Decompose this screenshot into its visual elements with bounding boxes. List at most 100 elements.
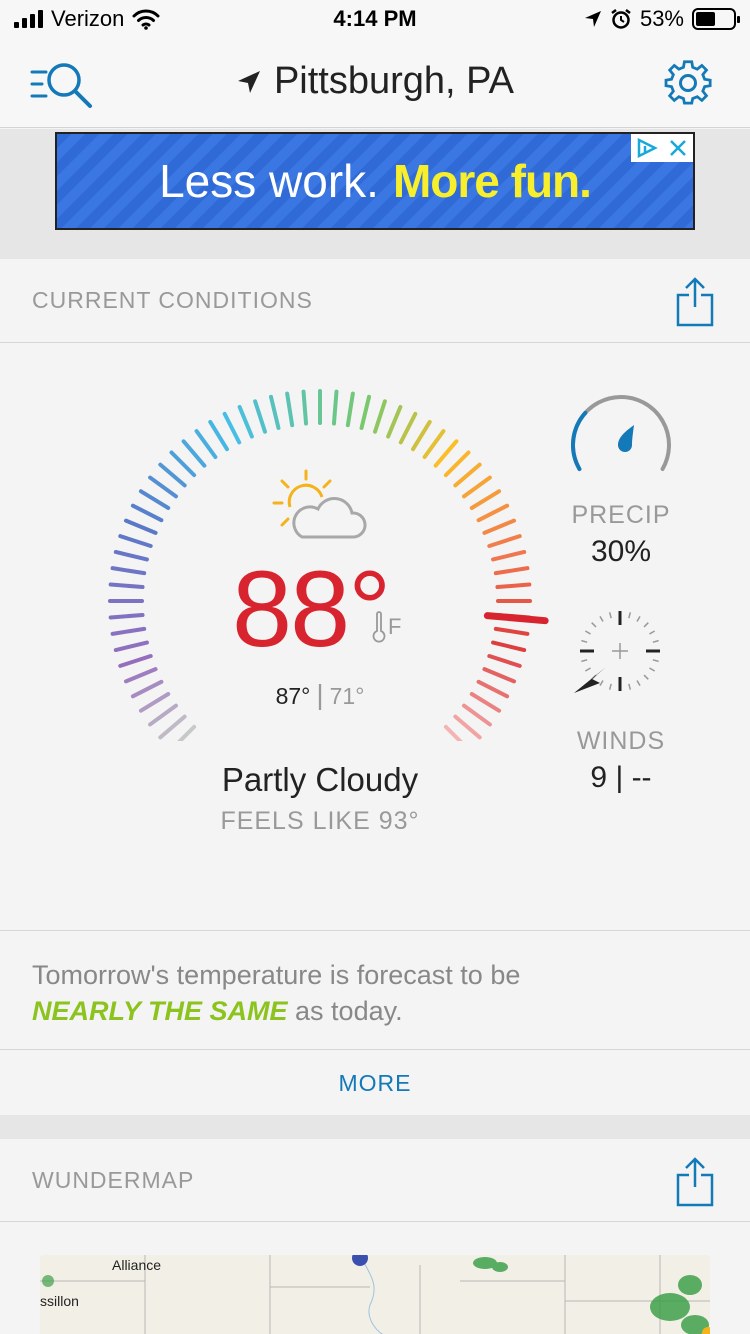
wundermap-header: WUNDERMAP: [0, 1139, 750, 1222]
gauge-tick: [118, 534, 153, 548]
forecast-line-1: Tomorrow's temperature is forecast to be: [32, 960, 521, 990]
gauge-tick: [386, 404, 403, 439]
gauge-tick: [130, 503, 164, 523]
gauge-tick: [331, 389, 339, 426]
gauge-tick: [398, 411, 418, 445]
gauge-tick: [491, 549, 527, 562]
gauge-tick: [411, 419, 432, 452]
current-conditions: 88° F 87° | 71° Partly Cloudy FEELS LIKE 9…: [0, 343, 750, 929]
gauge-tick: [253, 399, 267, 434]
map-place-alliance: Alliance: [112, 1257, 162, 1273]
gauge-tick: [237, 404, 254, 439]
battery-icon: [692, 8, 740, 30]
gear-icon[interactable]: [664, 60, 712, 108]
precip-track: [571, 395, 671, 471]
share-icon[interactable]: [676, 277, 714, 327]
gauge-tick: [268, 394, 281, 430]
gauge-tick: [493, 566, 530, 576]
gauge-tick: [118, 654, 153, 668]
gauge-tick: [345, 391, 355, 428]
location-name: Pittsburgh, PA: [273, 60, 515, 102]
current-temperature: 88°: [232, 548, 391, 669]
gauge-tick: [148, 475, 178, 499]
more-button[interactable]: MORE: [0, 1051, 750, 1115]
gauge-tick: [123, 518, 158, 535]
section-divider: [0, 1115, 750, 1139]
precip-fill: [571, 410, 588, 471]
compass-tick: [628, 683, 632, 690]
winds-label: WINDS: [576, 727, 666, 755]
location-arrow-icon: [584, 11, 601, 27]
partly-cloudy-icon: [272, 469, 367, 539]
gauge-tick: [110, 566, 147, 576]
ad-badge: [631, 134, 693, 162]
adchoices-icon[interactable]: [631, 134, 662, 162]
compass-tick: [652, 639, 659, 643]
temperature-unit: F: [372, 609, 412, 645]
map-place-massillon: ssillon: [40, 1293, 79, 1309]
gauge-tick: [301, 389, 309, 426]
gauge-tick: [108, 582, 145, 590]
section-title: WUNDERMAP: [32, 1167, 195, 1193]
wundermap-area: Alliance ssillon: [0, 1222, 750, 1334]
gauge-tick: [462, 475, 492, 499]
gauge-tick: [181, 439, 207, 468]
gauge-tick: [495, 582, 532, 590]
compass-tick: [649, 630, 656, 635]
high-temperature: 87°: [275, 683, 311, 709]
ad-text: Less work.: [159, 155, 379, 207]
compass-tick: [643, 674, 649, 680]
compass-tick: [636, 680, 641, 687]
battery-percent: 53%: [639, 6, 684, 31]
gauge-tick: [491, 640, 527, 653]
winds-value: 9 | --: [590, 761, 652, 794]
high-low: 87° | 71°: [275, 679, 365, 710]
compass-tick: [652, 659, 659, 663]
share-icon[interactable]: [676, 1157, 714, 1207]
status-right: 53%: [584, 6, 740, 32]
gauge-tick: [433, 439, 459, 468]
gauge-tick: [359, 394, 372, 430]
gauge-tick: [469, 489, 502, 510]
gauge-tick: [158, 462, 187, 488]
compass-tick: [591, 622, 597, 628]
ad-banner[interactable]: Less work. More fun.: [55, 132, 695, 230]
wundermap-map[interactable]: Alliance ssillon: [40, 1255, 710, 1334]
forecast-summary: Tomorrow's temperature is forecast to be…: [0, 930, 750, 1050]
condition-text: Partly Cloudy: [221, 761, 419, 798]
compass-tick: [636, 615, 641, 622]
gauge-tick: [453, 714, 482, 740]
gauge-tick: [285, 391, 295, 428]
precip-gauge: [571, 395, 671, 471]
gauge-tick: [487, 534, 522, 548]
location-title[interactable]: Pittsburgh, PA: [0, 60, 750, 103]
compass-tick: [608, 683, 612, 690]
compass-tick: [628, 612, 632, 619]
gauge-tick: [453, 462, 482, 488]
ad-text-strong: More fun.: [392, 155, 592, 207]
nav-bar: Pittsburgh, PA: [0, 40, 750, 128]
compass-center: [612, 643, 628, 659]
precip-label: PRECIP: [571, 501, 671, 529]
close-icon[interactable]: [662, 134, 693, 162]
compass-tick: [581, 659, 588, 663]
precip-value: 30%: [590, 535, 652, 568]
compass-tick: [581, 639, 588, 643]
compass-tick: [584, 630, 591, 635]
gauge-tick: [476, 503, 510, 523]
gauge-tick: [443, 724, 463, 741]
status-bar: Verizon 4:14 PM 53%: [0, 0, 750, 40]
gauge-tick: [482, 518, 517, 535]
compass-tick: [599, 680, 604, 687]
gauge-tick: [169, 450, 197, 478]
location-arrow-icon: [237, 70, 260, 93]
gauge-marker: [483, 612, 549, 625]
gauge-tick: [493, 626, 530, 636]
current-conditions-header: CURRENT CONDITIONS: [0, 259, 750, 343]
gauge-tick: [194, 429, 218, 459]
compass-tick: [599, 615, 604, 622]
gauge-tick: [138, 489, 171, 510]
thermometer-icon: [372, 611, 386, 643]
wind-arrow-icon: [574, 667, 606, 693]
wind-compass-icon: [574, 611, 660, 693]
